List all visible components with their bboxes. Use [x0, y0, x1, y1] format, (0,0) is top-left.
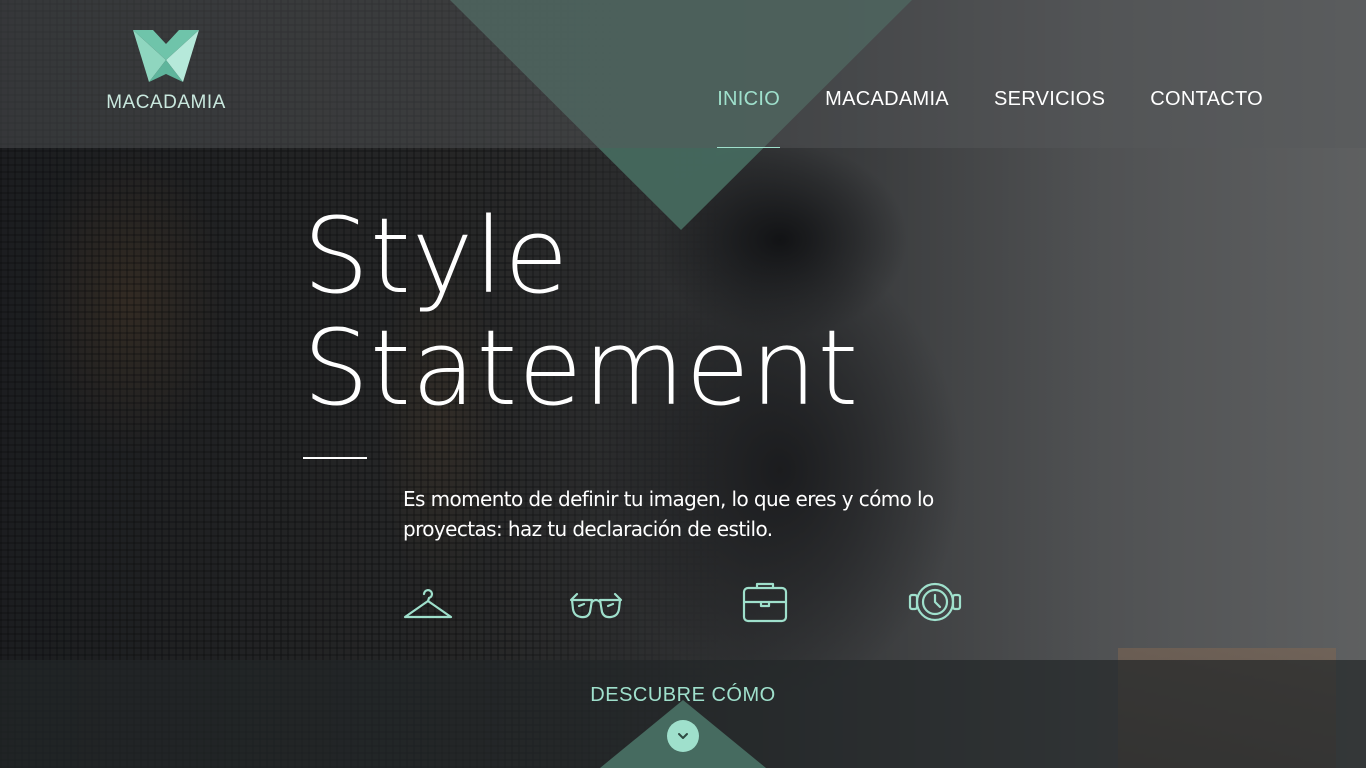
hero-description: Es momento de definir tu imagen, lo que …: [403, 484, 983, 544]
scroll-down-button[interactable]: [667, 720, 699, 752]
nav-item-macadamia[interactable]: MACADAMIA: [825, 88, 949, 149]
hero-title-line-2: Statement: [303, 307, 860, 429]
title-divider: [303, 457, 367, 459]
chevron-down-icon: [678, 733, 688, 739]
hanger-icon: [400, 584, 456, 628]
logo-icon: [133, 30, 199, 82]
discover-how-link[interactable]: DESCUBRE CÓMO: [0, 684, 1366, 707]
hero-description-line-1: Es momento de definir tu imagen, lo que …: [403, 487, 934, 511]
sunglasses-icon: [568, 584, 624, 628]
hero-title: Style Statement: [303, 200, 859, 424]
brand-logo[interactable]: MACADAMIA: [100, 30, 232, 120]
hero-title-line-1: Style: [303, 195, 570, 317]
nav-item-inicio[interactable]: INICIO: [717, 88, 781, 149]
watch-icon: [907, 580, 963, 624]
bag-icon: [737, 580, 793, 624]
brand-name: MACADAMIA: [106, 92, 226, 113]
nav-item-contacto[interactable]: CONTACTO: [1150, 88, 1263, 149]
main-navigation: INICIO MACADAMIA SERVICIOS CONTACTO: [717, 88, 1263, 149]
nav-item-servicios[interactable]: SERVICIOS: [994, 88, 1105, 149]
hero-description-line-2: proyectas: haz tu declaración de estilo.: [403, 517, 773, 541]
